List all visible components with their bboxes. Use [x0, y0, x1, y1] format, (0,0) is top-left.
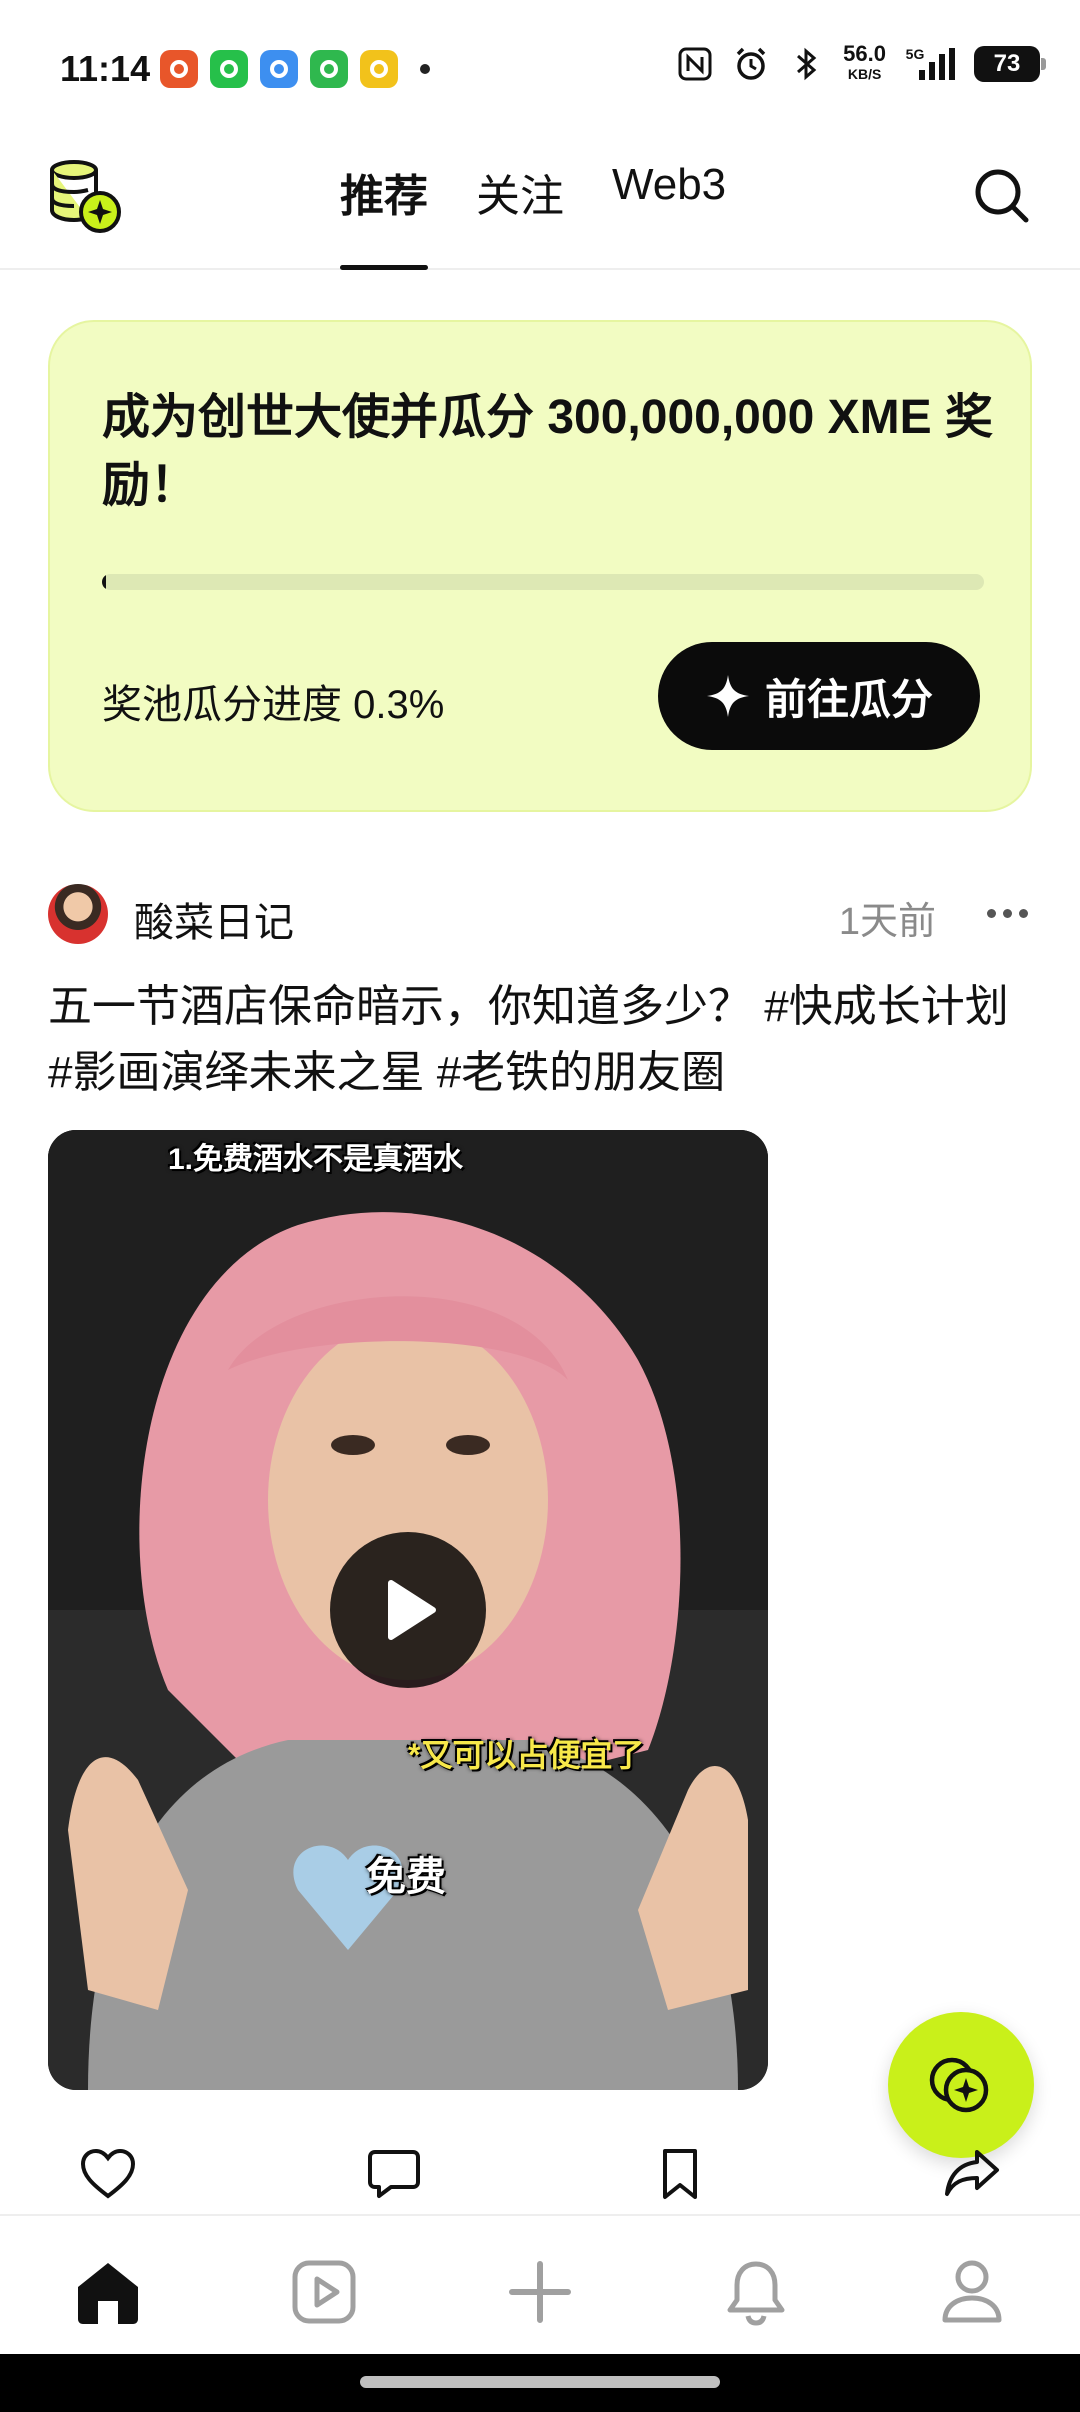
system-gesture-area [0, 2354, 1080, 2412]
home-icon[interactable] [68, 2252, 148, 2332]
floating-rewards-button[interactable] [888, 2012, 1034, 2158]
go-claim-button[interactable]: 前往瓜分 [658, 642, 980, 750]
nfc-icon [675, 44, 715, 84]
status-icons: 56.0 KB/S 5G 73 [675, 41, 1046, 84]
battery-indicator: 73 [974, 46, 1046, 82]
post-timestamp: 1天前 [838, 901, 936, 943]
status-bar: 11:14 56.0 KB/S 5G 73 [0, 0, 1080, 140]
network-speed-value: 56.0 [843, 41, 886, 66]
app-notification-icon [360, 50, 398, 88]
plus-icon[interactable] [500, 2252, 580, 2332]
video-thumbnail[interactable]: 1.免费酒水不是真酒水 *又可以占便宜了 免费 [48, 1130, 768, 2090]
like-heart-icon[interactable] [76, 2142, 140, 2206]
post-actions [0, 2142, 1080, 2206]
post-author[interactable]: 酸菜日记 [134, 890, 294, 948]
app-notification-icon [260, 50, 298, 88]
comment-icon[interactable] [362, 2142, 426, 2206]
reward-title: 成为创世大使并瓜分 300,000,000 XME 奖励！ [102, 391, 993, 512]
status-time: 11:14 [60, 48, 151, 89]
app-notification-icon [310, 50, 348, 88]
signal-icon: 5G [902, 44, 958, 84]
bell-icon[interactable] [716, 2252, 796, 2332]
home-gesture-bar[interactable] [360, 2376, 720, 2388]
tab-following[interactable]: 关注 [476, 160, 564, 270]
play-button-icon[interactable] [330, 1532, 486, 1688]
coins-sparkle-icon [929, 2057, 989, 2113]
network-speed-unit: KB/S [847, 66, 882, 82]
share-icon[interactable] [940, 2142, 1004, 2206]
alarm-icon [731, 44, 771, 84]
bookmark-icon[interactable] [648, 2142, 712, 2206]
tab-web3[interactable]: Web3 [612, 160, 726, 270]
top-navigation: 推荐 关注 Web3 [0, 140, 1080, 270]
go-claim-label: 前往瓜分 [764, 675, 933, 723]
post-text: 五一节酒店保命暗示，你知道多少？ #快成长计划 #影画演绎未来之星 #老铁的朋友… [48, 982, 1009, 1097]
app-notification-icon [160, 50, 198, 88]
reward-progress-bar [102, 574, 984, 590]
reward-progress-fill [102, 574, 106, 590]
reward-card: 成为创世大使并瓜分 300,000,000 XME 奖励！ 奖池瓜分进度 0.3… [48, 320, 1032, 812]
video-icon[interactable] [284, 2252, 364, 2332]
search-icon[interactable] [970, 164, 1034, 228]
sparkle-icon [706, 675, 749, 717]
more-options-icon[interactable] [982, 898, 1032, 928]
tab-recommended[interactable]: 推荐 [340, 160, 428, 270]
feed-tabs: 推荐 关注 Web3 [340, 160, 726, 270]
network-speed: 56.0 KB/S [843, 41, 886, 84]
more-notifications-dot-icon [420, 64, 430, 74]
video-caption-middle: *又可以占便宜了 [408, 1737, 645, 1773]
network-type: 5G [905, 46, 925, 62]
app-logo-icon[interactable] [46, 158, 122, 234]
app-notification-icon [210, 50, 248, 88]
bluetooth-icon [787, 44, 827, 84]
video-caption-top: 1.免费酒水不是真酒水 [168, 1143, 464, 1176]
avatar[interactable] [48, 884, 108, 944]
notification-app-icons [160, 50, 430, 88]
post-header: 酸菜日记 1天前 [48, 880, 1032, 946]
profile-icon[interactable] [932, 2252, 1012, 2332]
video-caption-lower: 免费 [366, 1855, 446, 1899]
reward-progress-label: 奖池瓜分进度 0.3% [102, 683, 445, 727]
